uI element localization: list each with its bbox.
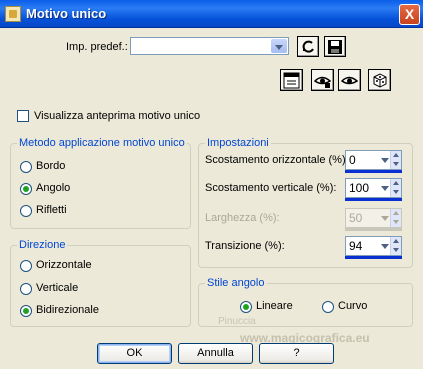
radio-curvo-label: Curvo <box>338 300 368 312</box>
transition-stepper-icon[interactable] <box>390 237 401 255</box>
reset-icon <box>302 40 314 53</box>
v-offset-spinner[interactable]: 100 <box>345 178 402 201</box>
transition-value: 94 <box>349 239 363 253</box>
help-button[interactable]: ? <box>259 343 334 364</box>
width-slider <box>345 228 402 231</box>
radio-angolo[interactable] <box>20 183 32 195</box>
transition-slider[interactable] <box>345 256 402 259</box>
chevron-down-icon[interactable] <box>271 39 287 53</box>
h-offset-label: Scostamento orizzontale (%): <box>205 154 349 166</box>
close-button[interactable]: X <box>399 4 420 25</box>
v-offset-stepper-icon[interactable] <box>390 179 401 197</box>
v-offset-label: Scostamento verticale (%): <box>205 182 337 194</box>
preview-checkbox[interactable] <box>17 110 29 122</box>
reset-button[interactable] <box>297 36 319 57</box>
radio-angolo-label: Angolo <box>36 182 71 194</box>
radio-rifletti-label: Rifletti <box>36 204 67 216</box>
radio-verticale-label: Verticale <box>36 282 79 294</box>
transition-label: Transizione (%): <box>205 240 285 252</box>
h-offset-stepper-icon[interactable] <box>390 151 401 169</box>
width-stepper-icon <box>390 209 401 227</box>
eye-icon <box>341 76 358 85</box>
direction-group-title: Direzione <box>17 239 68 251</box>
radio-bordo-label: Bordo <box>36 160 66 172</box>
watermark-author: Pinuccia <box>218 316 256 327</box>
radio-bidirezionale-label: Bidirezionale <box>36 304 99 316</box>
v-offset-slider[interactable] <box>345 198 402 201</box>
h-offset-slider[interactable] <box>345 170 402 173</box>
eye-lock-button[interactable] <box>311 69 334 91</box>
radio-bidirezionale[interactable] <box>20 305 32 317</box>
window-title: Motivo unico <box>26 6 107 21</box>
width-value: 50 <box>349 211 363 225</box>
radio-orizzontale[interactable] <box>20 260 32 272</box>
app-icon <box>5 6 21 22</box>
preview-checkbox-label: Visualizza anteprima motivo unico <box>34 110 201 122</box>
v-offset-value: 100 <box>349 181 370 195</box>
radio-rifletti[interactable] <box>20 205 32 217</box>
save-preset-button[interactable] <box>324 36 346 57</box>
method-group-title: Metodo applicazione motivo unico <box>17 137 187 149</box>
random-dice-icon <box>373 73 387 88</box>
save-icon <box>328 40 342 54</box>
eye-button[interactable] <box>338 69 361 91</box>
dialog-icon <box>283 72 300 89</box>
radio-verticale[interactable] <box>20 283 32 295</box>
cancel-button[interactable]: Annulla <box>178 343 253 364</box>
width-spinner: 50 <box>345 208 402 231</box>
radio-lineare[interactable] <box>240 301 252 313</box>
radio-bordo[interactable] <box>20 161 32 173</box>
preset-label: Imp. predef.: <box>66 41 128 53</box>
h-offset-spinner[interactable]: 0 <box>345 150 402 173</box>
radio-curvo[interactable] <box>322 301 334 313</box>
width-label: Larghezza (%): <box>205 212 280 224</box>
ok-button[interactable]: OK <box>97 343 172 364</box>
randomize-button[interactable] <box>368 69 391 91</box>
transition-spinner[interactable]: 94 <box>345 236 402 259</box>
h-offset-value: 0 <box>349 153 356 167</box>
corner-style-group-title: Stile angolo <box>205 277 267 289</box>
preset-combo[interactable] <box>130 37 289 55</box>
eye-lock-icon <box>314 76 331 88</box>
radio-lineare-label: Lineare <box>256 300 293 312</box>
settings-group-title: Impostazioni <box>205 137 271 149</box>
title-bar: Motivo unico X <box>0 0 423 28</box>
dialog-toggle-button[interactable] <box>280 69 303 91</box>
radio-orizzontale-label: Orizzontale <box>36 259 92 271</box>
